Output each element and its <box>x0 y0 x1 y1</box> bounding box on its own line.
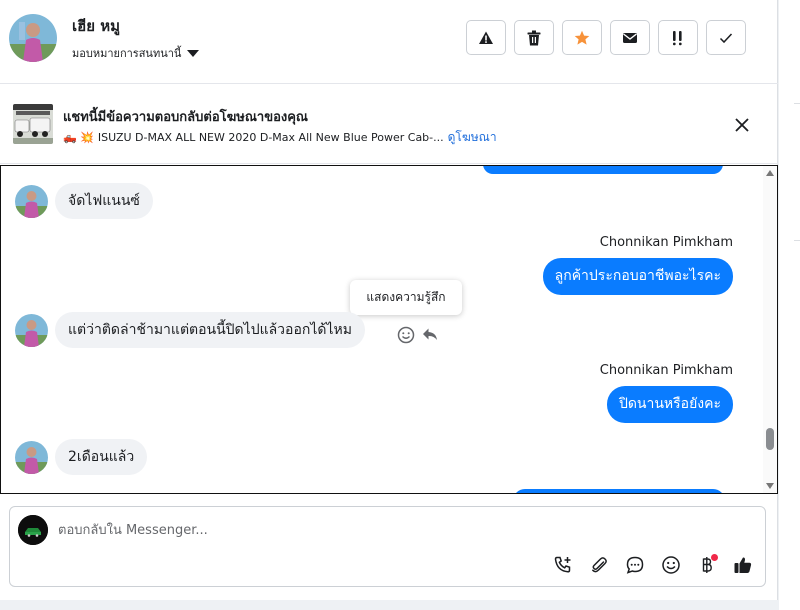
trash-icon <box>527 30 541 45</box>
reply-input[interactable] <box>58 519 738 541</box>
message-row: 2เดือนแล้ว <box>15 439 148 475</box>
mark-unread-button[interactable] <box>610 20 650 55</box>
star-button[interactable] <box>562 20 602 55</box>
ad-details: 🛻 💥 ISUZU D-MAX ALL NEW 2020 D-Max All N… <box>63 128 497 147</box>
incoming-message-bubble[interactable]: 2เดือนแล้ว <box>55 439 148 475</box>
incoming-message-bubble[interactable]: แต่ว่าติดล่าช้ามาแต่ตอนนี้ปิดไปแล้วออกได… <box>55 312 365 348</box>
reply-composer <box>9 506 766 587</box>
payment-button[interactable] <box>696 554 718 576</box>
conversation-header: เฮีย หมู มอบหมายการสนทนานี้ <box>0 0 778 84</box>
view-ad-link[interactable]: ดูโฆษณา <box>448 128 497 147</box>
like-button[interactable] <box>732 554 754 576</box>
notification-dot <box>711 554 718 561</box>
cut-off-outgoing-bubble <box>513 489 725 493</box>
call-add-button[interactable] <box>552 554 574 576</box>
outgoing-message-bubble[interactable]: ลูกค้าประกอบอาชีพอะไรคะ <box>542 258 733 295</box>
header-actions <box>466 20 746 55</box>
attach-button[interactable] <box>588 554 610 576</box>
cut-off-outgoing-bubble <box>483 166 723 174</box>
ad-description: ISUZU D-MAX ALL NEW 2020 D-Max All New B… <box>97 131 444 144</box>
ad-banner-title: แชทนี้มีข้อความตอบกลับต่อโฆษณาของคุณ <box>63 110 308 125</box>
follow-up-icon <box>673 30 682 45</box>
emoji-icon <box>662 556 680 574</box>
sender-name: Chonnikan Pimkham <box>599 235 733 250</box>
incoming-message-bubble[interactable]: จัดไฟแนนซ์ <box>55 183 153 219</box>
conversation-panel: เฮีย หมู มอบหมายการสนทนานี้ แชทนี้มีข้อค… <box>0 0 778 600</box>
ad-thumbnail[interactable] <box>13 104 53 144</box>
right-edge-strip <box>779 0 800 610</box>
emoji-button[interactable] <box>660 554 682 576</box>
smiley-reaction-icon[interactable] <box>397 326 415 344</box>
star-icon <box>574 30 590 45</box>
ad-emoji: 🛻 💥 <box>63 131 94 144</box>
avatar <box>15 313 48 347</box>
reaction-tooltip: แสดงความรู้สึก <box>350 280 462 315</box>
avatar <box>15 440 48 474</box>
close-icon[interactable] <box>731 114 753 136</box>
mark-spam-button[interactable] <box>466 20 506 55</box>
ad-reply-banner: แชทนี้มีข้อความตอบกลับต่อโฆษณาของคุณ 🛻 💥… <box>0 85 778 164</box>
scrollbar-thumb[interactable] <box>766 428 774 450</box>
assign-label: มอบหมายการสนทนานี้ <box>72 47 182 60</box>
saved-replies-button[interactable] <box>624 554 646 576</box>
message-row: แต่ว่าติดล่าช้ามาแต่ตอนนี้ปิดไปแล้วออกได… <box>15 312 365 348</box>
message-thread[interactable]: จัดไฟแนนซ์ Chonnikan Pimkham ลูกค้าประกอ… <box>0 165 778 494</box>
thumbs-up-icon <box>734 557 752 573</box>
reply-icon[interactable] <box>422 327 438 342</box>
contact-avatar[interactable] <box>9 14 57 62</box>
mark-done-button[interactable] <box>706 20 746 55</box>
saved-replies-icon <box>626 556 644 574</box>
scroll-down-arrow[interactable] <box>766 483 774 489</box>
sender-name: Chonnikan Pimkham <box>599 363 733 378</box>
avatar <box>15 184 48 218</box>
contact-name: เฮีย หมู <box>72 17 121 35</box>
assign-conversation-dropdown[interactable]: มอบหมายการสนทนานี้ <box>72 44 200 62</box>
scroll-up-arrow[interactable] <box>766 170 774 176</box>
outgoing-message-bubble[interactable]: ปิดนานหรือยังคะ <box>606 386 733 423</box>
spam-icon <box>479 31 493 44</box>
check-icon <box>719 32 733 43</box>
chat-scrollbar[interactable] <box>763 166 777 493</box>
delete-button[interactable] <box>514 20 554 55</box>
page-avatar <box>18 515 48 545</box>
chevron-down-icon <box>187 49 200 57</box>
attachment-icon <box>592 557 607 573</box>
follow-up-button[interactable] <box>658 20 698 55</box>
message-row: จัดไฟแนนซ์ <box>15 183 153 219</box>
envelope-icon <box>623 32 637 43</box>
phone-add-icon <box>554 556 571 573</box>
